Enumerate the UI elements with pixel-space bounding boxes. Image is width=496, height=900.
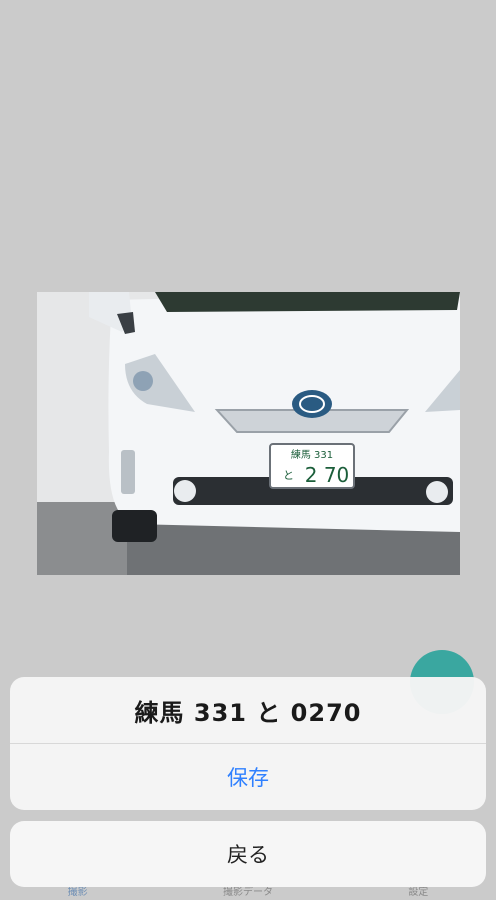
car-image: 練馬 331 と 2 70	[37, 292, 460, 575]
plate-line1: 練馬 331	[291, 448, 333, 461]
back-button[interactable]: 戻る	[10, 821, 486, 887]
plate-hiragana: と	[283, 469, 294, 482]
save-button[interactable]: 保存	[10, 744, 486, 810]
action-sheet: 練馬 331 と 0270 保存	[10, 677, 486, 810]
plate-number: 2 70	[305, 463, 350, 487]
plate-result-title: 練馬 331 と 0270	[10, 677, 486, 744]
captured-photo: 練馬 331 と 2 70	[37, 292, 460, 575]
